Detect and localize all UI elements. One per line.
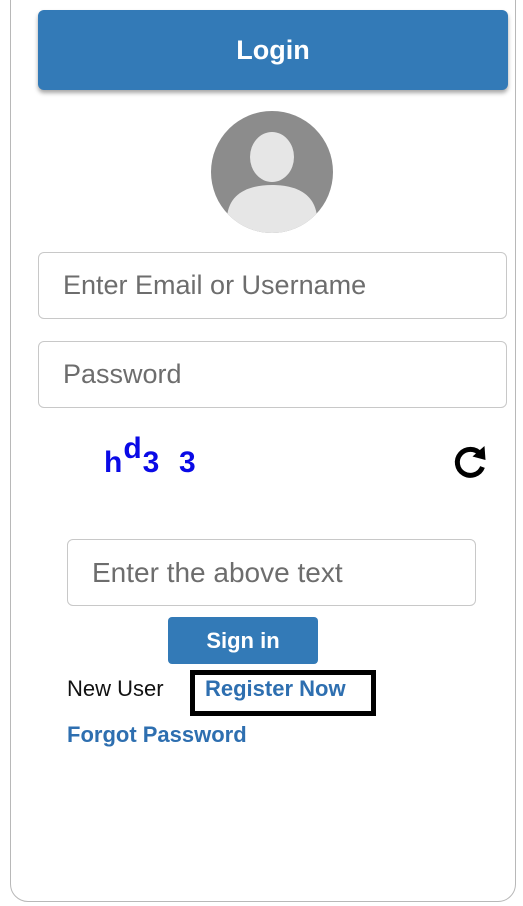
new-user-label: New User <box>67 676 164 701</box>
email-field[interactable] <box>38 252 507 319</box>
captcha-image: hd3 3 <box>104 432 197 506</box>
register-now-link[interactable]: Register Now <box>205 676 346 702</box>
captcha-char-raised: d <box>123 432 143 465</box>
login-header: Login <box>38 10 508 90</box>
refresh-icon[interactable] <box>448 440 492 484</box>
login-title: Login <box>236 34 310 65</box>
captcha-input[interactable] <box>67 539 476 606</box>
captcha-char: h <box>104 446 124 479</box>
user-avatar-icon <box>211 111 333 233</box>
forgot-password-link[interactable]: Forgot Password <box>67 722 247 748</box>
password-field[interactable] <box>38 341 507 408</box>
captcha-char: 3 3 <box>142 446 197 479</box>
sign-in-button[interactable]: Sign in <box>168 617 318 664</box>
